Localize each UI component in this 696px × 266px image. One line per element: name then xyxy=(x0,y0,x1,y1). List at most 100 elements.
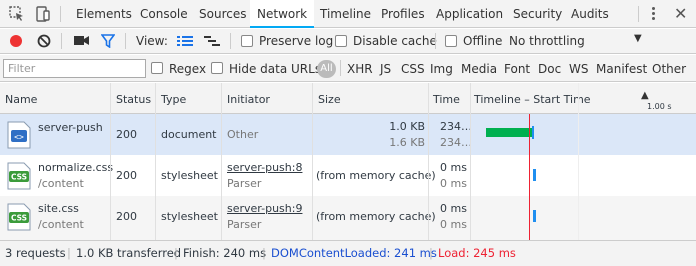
tab-sources[interactable]: Sources xyxy=(191,0,254,28)
request-size: (from memory cache) xyxy=(316,210,436,223)
initiator-link[interactable]: server-push:8 xyxy=(227,161,302,174)
toolbar-divider xyxy=(61,33,62,49)
tab-timeline[interactable]: Timeline xyxy=(312,0,379,28)
request-status: 200 xyxy=(116,128,137,141)
filter-bar: Regex Hide data URLs All XHR JS CSS Img … xyxy=(0,55,696,82)
finish-time: Finish: 240 ms xyxy=(183,246,267,260)
timeline-gridline xyxy=(578,83,579,240)
type-filter-img[interactable]: Img xyxy=(430,60,453,78)
status-separator: | xyxy=(174,246,178,260)
column-header-size[interactable]: Size xyxy=(318,93,341,106)
disable-cache-label[interactable]: Disable cache xyxy=(353,34,437,48)
toolbar-divider xyxy=(60,6,61,22)
disable-cache-checkbox[interactable] xyxy=(335,35,347,47)
tab-elements[interactable]: Elements xyxy=(68,0,140,28)
request-type: stylesheet xyxy=(161,210,218,223)
chevron-down-icon[interactable]: ▼ xyxy=(634,33,642,44)
column-header-name[interactable]: Name xyxy=(5,93,37,106)
request-size: (from memory cache) xyxy=(316,169,436,182)
svg-text:CSS: CSS xyxy=(11,173,27,182)
clear-icon[interactable] xyxy=(37,34,51,48)
devtools-tab-bar: Elements Console Sources Network Timelin… xyxy=(0,0,696,28)
column-header-timeline[interactable]: Timeline – Start Time xyxy=(474,93,591,106)
view-label: View: xyxy=(136,34,168,48)
request-resource-size: 1.6 KB xyxy=(389,136,425,149)
type-filter-ws[interactable]: WS xyxy=(569,60,588,78)
request-type: stylesheet xyxy=(161,169,218,182)
offline-checkbox[interactable] xyxy=(445,35,457,47)
type-filter-manifest[interactable]: Manifest xyxy=(596,60,647,78)
column-header-initiator[interactable]: Initiator xyxy=(227,93,270,106)
request-path: /content xyxy=(38,177,84,190)
tab-console[interactable]: Console xyxy=(132,0,196,28)
table-header: Name Status Type Initiator Size Time Tim… xyxy=(0,83,696,114)
type-filter-js[interactable]: JS xyxy=(380,60,391,78)
request-time: 234… xyxy=(440,120,472,133)
tab-audits[interactable]: Audits xyxy=(563,0,617,28)
initiator-link[interactable]: server-push:9 xyxy=(227,202,302,215)
sort-ascending-icon: ▲ xyxy=(641,90,649,101)
tab-application[interactable]: Application xyxy=(428,0,511,28)
overview-waterfall-icon[interactable] xyxy=(204,35,220,47)
device-toolbar-icon[interactable] xyxy=(34,5,52,23)
css-file-icon: CSS xyxy=(7,162,31,190)
request-name: server-push xyxy=(38,121,103,134)
network-toolbar: View: Preserve log Disable cache Offline… xyxy=(0,29,696,54)
screenshot-camera-icon[interactable] xyxy=(74,35,90,47)
type-filter-media[interactable]: Media xyxy=(461,60,497,78)
transferred-size: 1.0 KB transferred xyxy=(76,246,182,260)
network-status-bar: 3 requests | 1.0 KB transferred | Finish… xyxy=(0,240,696,266)
table-row[interactable]: CSS normalize.css /content 200 styleshee… xyxy=(0,155,696,196)
column-divider[interactable] xyxy=(428,83,429,240)
hide-data-urls-checkbox[interactable] xyxy=(211,62,223,74)
preserve-log-label[interactable]: Preserve log xyxy=(259,34,333,48)
request-status: 200 xyxy=(116,210,137,223)
dom-content-loaded-time: DOMContentLoaded: 241 ms xyxy=(271,246,437,260)
toolbar-divider xyxy=(340,60,341,76)
hide-data-urls-label[interactable]: Hide data URLs xyxy=(229,60,321,78)
more-options-icon[interactable] xyxy=(647,5,659,23)
type-filter-font[interactable]: Font xyxy=(504,60,530,78)
column-header-time[interactable]: Time xyxy=(433,93,460,106)
regex-label[interactable]: Regex xyxy=(169,60,206,78)
type-filter-other[interactable]: Other xyxy=(652,60,686,78)
column-divider[interactable] xyxy=(110,83,111,240)
throttling-select[interactable]: No throttling xyxy=(509,34,585,48)
column-header-type[interactable]: Type xyxy=(161,93,186,106)
large-rows-icon[interactable] xyxy=(177,35,193,47)
request-type: document xyxy=(161,128,217,141)
filter-funnel-icon[interactable] xyxy=(101,34,115,48)
request-count: 3 requests xyxy=(5,246,66,260)
load-event-marker xyxy=(529,114,530,240)
toolbar-divider xyxy=(435,33,436,49)
column-divider[interactable] xyxy=(470,83,471,240)
status-separator: | xyxy=(429,246,433,260)
request-time: 0 ms xyxy=(440,161,467,174)
type-filter-all[interactable]: All xyxy=(317,60,336,78)
column-divider[interactable] xyxy=(312,83,313,240)
filter-input[interactable] xyxy=(3,59,146,78)
column-divider[interactable] xyxy=(221,83,222,240)
tab-profiles[interactable]: Profiles xyxy=(373,0,433,28)
column-divider[interactable] xyxy=(155,83,156,240)
table-row[interactable]: CSS site.css /content 200 stylesheet ser… xyxy=(0,196,696,240)
svg-text:<>: <> xyxy=(14,133,24,142)
request-initiator-type: Parser xyxy=(227,177,262,190)
type-filter-css[interactable]: CSS xyxy=(401,60,425,78)
regex-checkbox[interactable] xyxy=(151,62,163,74)
tab-security[interactable]: Security xyxy=(505,0,570,28)
record-icon[interactable] xyxy=(9,34,23,48)
close-icon[interactable]: ✕ xyxy=(674,4,687,23)
request-initiator-type: Parser xyxy=(227,218,262,231)
type-filter-doc[interactable]: Doc xyxy=(538,60,561,78)
preserve-log-checkbox[interactable] xyxy=(241,35,253,47)
offline-label[interactable]: Offline xyxy=(463,34,502,48)
inspect-element-icon[interactable] xyxy=(8,5,26,23)
request-latency: 0 ms xyxy=(440,177,467,190)
type-filter-xhr[interactable]: XHR xyxy=(347,60,373,78)
waterfall-bar xyxy=(486,128,532,137)
tab-network[interactable]: Network xyxy=(250,0,315,28)
column-header-status[interactable]: Status xyxy=(116,93,151,106)
request-path: /content xyxy=(38,218,84,231)
table-row[interactable]: <> server-push 200 document Other 1.0 KB… xyxy=(0,114,696,155)
